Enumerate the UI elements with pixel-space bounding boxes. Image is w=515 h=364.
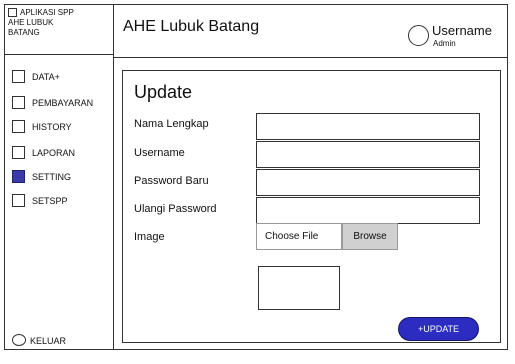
user-role: Admin — [433, 39, 456, 48]
brand-line-2: AHE LUBUK — [8, 18, 54, 27]
logout-icon — [12, 334, 26, 346]
checkbox-icon — [12, 146, 25, 159]
brand-line-3: BATANG — [8, 28, 40, 37]
checkbox-icon — [12, 70, 25, 83]
page-title: AHE Lubuk Batang — [123, 18, 260, 35]
app-brand: APLIKASI SPP AHE LUBUK BATANG — [8, 8, 112, 38]
sidebar-item-label: PEMBAYARAN — [32, 98, 94, 108]
sidebar-item-label: SETTING — [32, 172, 72, 182]
update-button[interactable]: +UPDATE — [399, 318, 478, 340]
sidebar-item-label: HISTORY — [32, 122, 72, 132]
header-divider — [114, 57, 508, 58]
brand-line-1: APLIKASI SPP — [20, 8, 74, 17]
logout-label: KELUAR — [30, 336, 67, 346]
sidebar: APLIKASI SPP AHE LUBUK BATANG DATA+ PEMB… — [4, 4, 114, 350]
ulangi-password-label: Ulangi Password — [134, 203, 217, 215]
sidebar-item-label: LAPORAN — [32, 148, 76, 158]
user-name: Username — [432, 23, 492, 38]
image-label: Image — [134, 231, 165, 243]
username-label: Username — [134, 147, 185, 159]
sidebar-item-label: DATA+ — [32, 72, 60, 82]
checkbox-icon — [12, 120, 25, 133]
checkbox-icon — [12, 96, 25, 109]
brand-logo-icon — [8, 8, 17, 17]
avatar[interactable] — [408, 25, 429, 46]
username-input[interactable] — [256, 141, 480, 168]
checkbox-icon — [12, 194, 25, 207]
password-baru-label: Password Baru — [134, 175, 209, 187]
browse-button[interactable]: Browse — [342, 223, 398, 250]
checkbox-icon — [12, 170, 25, 183]
sidebar-item-label: SETSPP — [32, 196, 68, 206]
password-baru-input[interactable] — [256, 169, 480, 196]
choose-file-field[interactable]: Choose File — [256, 223, 342, 250]
nama-lengkap-label: Nama Lengkap — [134, 118, 209, 130]
panel-title: Update — [134, 82, 193, 102]
nama-lengkap-input[interactable] — [256, 113, 480, 140]
ulangi-password-input[interactable] — [256, 197, 480, 224]
image-preview — [258, 266, 340, 310]
sidebar-divider — [4, 54, 113, 55]
